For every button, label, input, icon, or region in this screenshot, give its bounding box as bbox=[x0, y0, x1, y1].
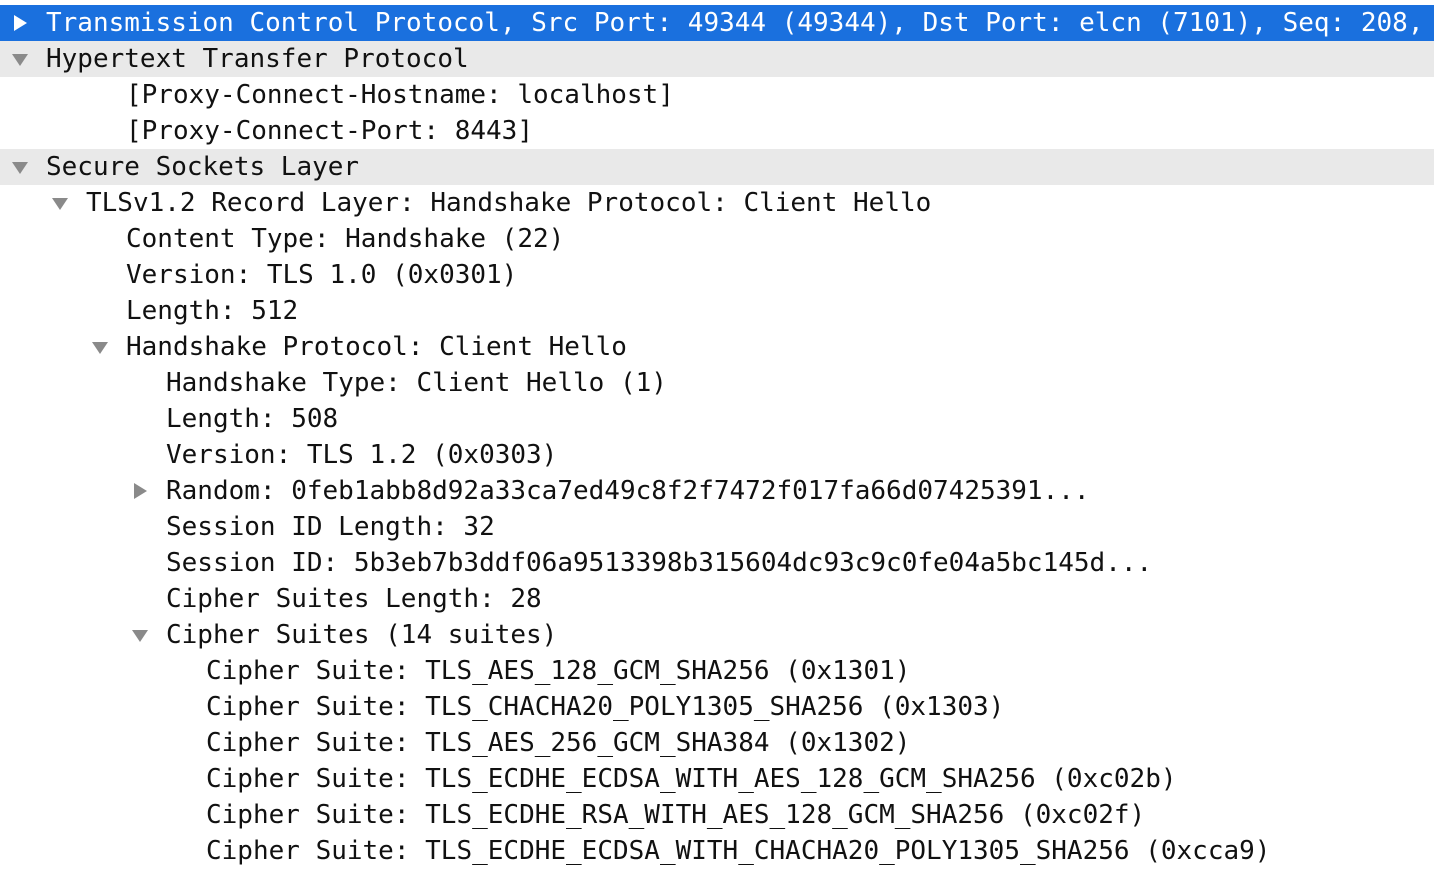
packet-details-tree: Transmission Control Protocol, Src Port:… bbox=[0, 5, 1434, 869]
tree-row[interactable]: Version: TLS 1.0 (0x0301) bbox=[0, 257, 1434, 293]
disclosure-triangle-right-icon[interactable] bbox=[10, 5, 32, 41]
tree-row[interactable]: Content Type: Handshake (22) bbox=[0, 221, 1434, 257]
tree-row-label: Handshake Type: Client Hello (1) bbox=[166, 368, 667, 398]
tree-row[interactable]: Hypertext Transfer Protocol bbox=[0, 41, 1434, 77]
tree-row-label: Hypertext Transfer Protocol bbox=[46, 44, 469, 74]
tree-row[interactable]: Cipher Suite: TLS_ECDHE_ECDSA_WITH_AES_1… bbox=[0, 761, 1434, 797]
disclosure-triangle-down-icon[interactable] bbox=[10, 41, 32, 77]
tree-row-label: Cipher Suite: TLS_CHACHA20_POLY1305_SHA2… bbox=[206, 692, 1005, 722]
disclosure-triangle-down-icon[interactable] bbox=[90, 329, 112, 365]
tree-row[interactable]: Secure Sockets Layer bbox=[0, 149, 1434, 185]
tree-row-label: Session ID: 5b3eb7b3ddf06a9513398b315604… bbox=[166, 548, 1153, 578]
tree-row-label: [Proxy-Connect-Hostname: localhost] bbox=[126, 80, 674, 110]
tree-row-label: TLSv1.2 Record Layer: Handshake Protocol… bbox=[86, 188, 932, 218]
tree-row[interactable]: Handshake Type: Client Hello (1) bbox=[0, 365, 1434, 401]
tree-row-label: Cipher Suite: TLS_ECDHE_ECDSA_WITH_CHACH… bbox=[206, 836, 1271, 866]
tree-row[interactable]: Cipher Suite: TLS_AES_256_GCM_SHA384 (0x… bbox=[0, 725, 1434, 761]
tree-row[interactable]: Transmission Control Protocol, Src Port:… bbox=[0, 5, 1434, 41]
tree-row[interactable]: [Proxy-Connect-Hostname: localhost] bbox=[0, 77, 1434, 113]
tree-row-label: Length: 508 bbox=[166, 404, 339, 434]
tree-row-label: Length: 512 bbox=[126, 296, 299, 326]
tree-row-label: Cipher Suite: TLS_AES_128_GCM_SHA256 (0x… bbox=[206, 656, 911, 686]
tree-row[interactable]: Cipher Suites (14 suites) bbox=[0, 617, 1434, 653]
disclosure-triangle-down-icon[interactable] bbox=[10, 149, 32, 185]
tree-row-label: Version: TLS 1.0 (0x0301) bbox=[126, 260, 518, 290]
tree-row-label: Cipher Suites Length: 28 bbox=[166, 584, 542, 614]
tree-row-label: Cipher Suite: TLS_AES_256_GCM_SHA384 (0x… bbox=[206, 728, 911, 758]
tree-row[interactable]: Cipher Suites Length: 28 bbox=[0, 581, 1434, 617]
tree-row[interactable]: TLSv1.2 Record Layer: Handshake Protocol… bbox=[0, 185, 1434, 221]
tree-row[interactable]: Cipher Suite: TLS_AES_128_GCM_SHA256 (0x… bbox=[0, 653, 1434, 689]
disclosure-triangle-down-icon[interactable] bbox=[130, 617, 152, 653]
disclosure-triangle-down-icon[interactable] bbox=[50, 185, 72, 221]
tree-row[interactable]: Cipher Suite: TLS_ECDHE_ECDSA_WITH_CHACH… bbox=[0, 833, 1434, 869]
tree-row-label: Content Type: Handshake (22) bbox=[126, 224, 565, 254]
tree-row[interactable]: Random: 0feb1abb8d92a33ca7ed49c8f2f7472f… bbox=[0, 473, 1434, 509]
tree-row-label: Version: TLS 1.2 (0x0303) bbox=[166, 440, 558, 470]
tree-row[interactable]: [Proxy-Connect-Port: 8443] bbox=[0, 113, 1434, 149]
tree-row[interactable]: Handshake Protocol: Client Hello bbox=[0, 329, 1434, 365]
tree-row[interactable]: Version: TLS 1.2 (0x0303) bbox=[0, 437, 1434, 473]
tree-row-label: Cipher Suites (14 suites) bbox=[166, 620, 558, 650]
tree-row-label: Transmission Control Protocol, Src Port:… bbox=[46, 8, 1424, 38]
tree-row[interactable]: Cipher Suite: TLS_CHACHA20_POLY1305_SHA2… bbox=[0, 689, 1434, 725]
tree-row-label: Random: 0feb1abb8d92a33ca7ed49c8f2f7472f… bbox=[166, 476, 1090, 506]
tree-row-label: Handshake Protocol: Client Hello bbox=[126, 332, 627, 362]
tree-row-label: Cipher Suite: TLS_ECDHE_ECDSA_WITH_AES_1… bbox=[206, 764, 1177, 794]
tree-row-label: Secure Sockets Layer bbox=[46, 152, 360, 182]
tree-row[interactable]: Cipher Suite: TLS_ECDHE_RSA_WITH_AES_128… bbox=[0, 797, 1434, 833]
tree-row-label: [Proxy-Connect-Port: 8443] bbox=[126, 116, 533, 146]
tree-row[interactable]: Session ID Length: 32 bbox=[0, 509, 1434, 545]
disclosure-triangle-right-icon[interactable] bbox=[130, 473, 152, 509]
tree-row[interactable]: Length: 512 bbox=[0, 293, 1434, 329]
tree-row-label: Cipher Suite: TLS_ECDHE_RSA_WITH_AES_128… bbox=[206, 800, 1146, 830]
tree-row[interactable]: Session ID: 5b3eb7b3ddf06a9513398b315604… bbox=[0, 545, 1434, 581]
tree-row[interactable]: Length: 508 bbox=[0, 401, 1434, 437]
tree-row-label: Session ID Length: 32 bbox=[166, 512, 495, 542]
